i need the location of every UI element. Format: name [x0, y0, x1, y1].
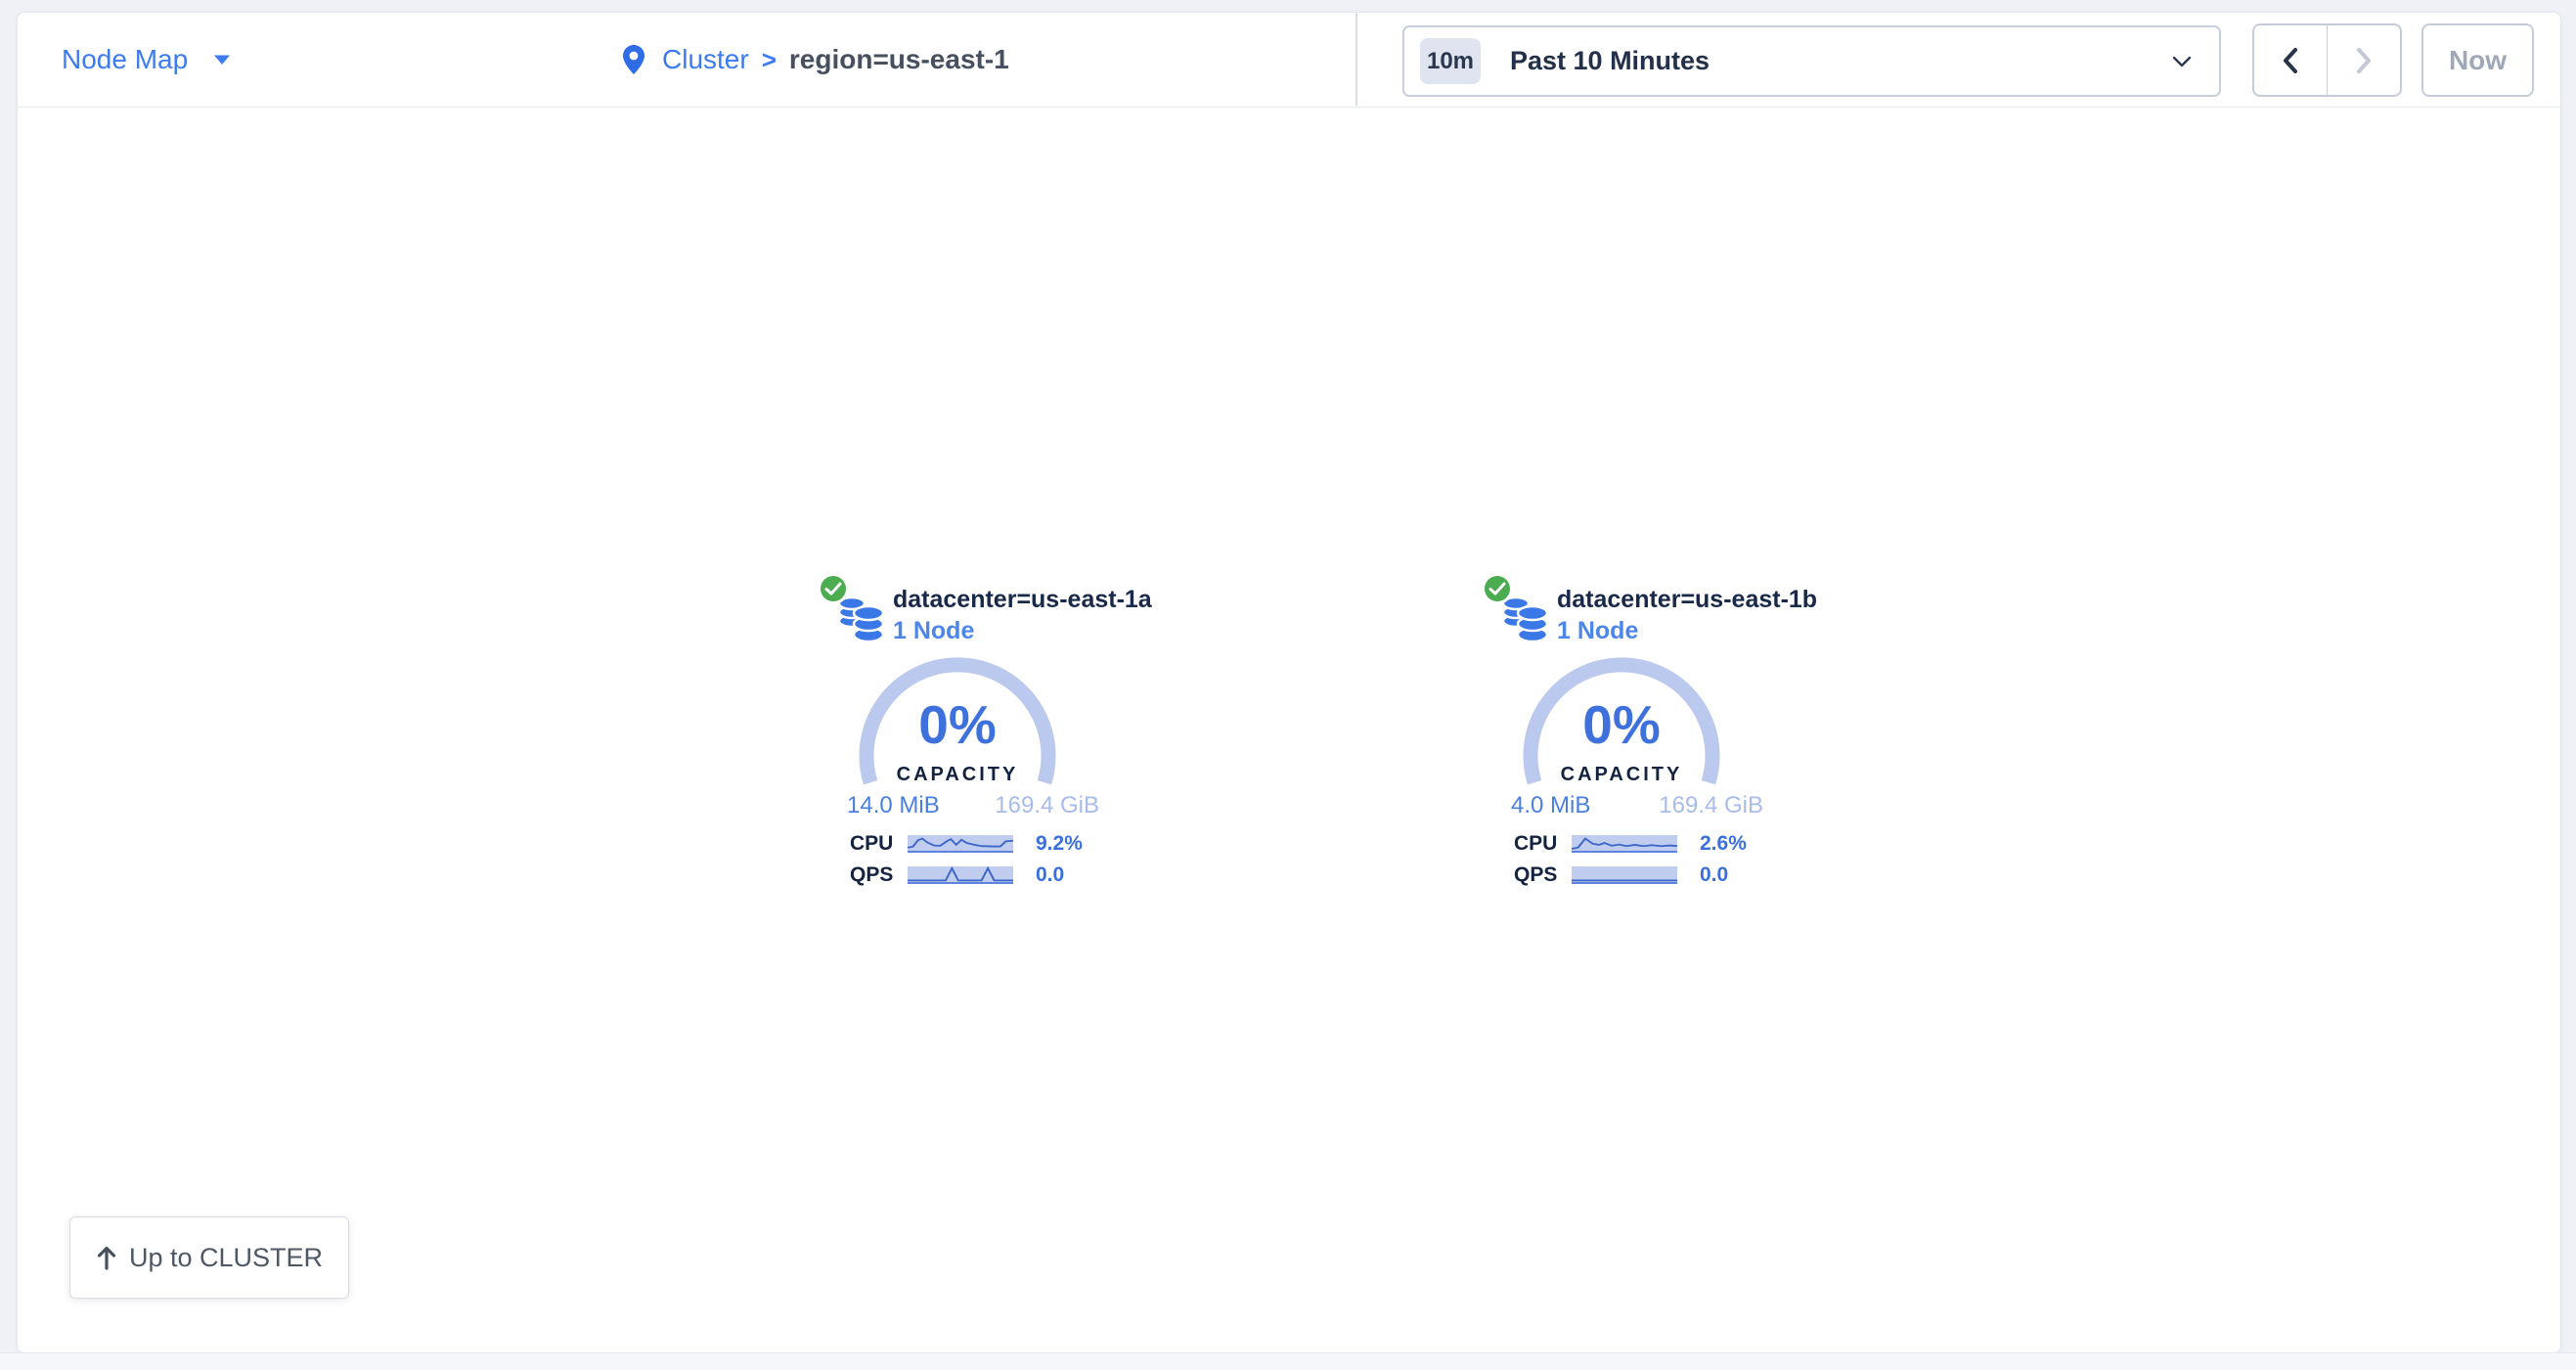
time-next-button[interactable]	[2328, 25, 2400, 95]
location-pin-icon	[622, 44, 645, 75]
arrow-up-icon	[96, 1245, 117, 1270]
time-range-badge: 10m	[1420, 38, 1481, 84]
time-range-label: Past 10 Minutes	[1510, 46, 1710, 76]
qps-label: QPS	[850, 863, 908, 887]
time-nav-group	[2252, 23, 2402, 97]
cpu-label: CPU	[850, 832, 908, 856]
datacenter-name: datacenter=us-east-1a	[893, 584, 1152, 615]
capacity-stats-row: 4.0 MiB 169.4 GiB	[1511, 792, 1763, 819]
qps-sparkline	[1572, 866, 1677, 884]
datacenter-title: datacenter=us-east-1a 1 Node	[893, 584, 1152, 646]
breadcrumb-separator: >	[762, 45, 777, 75]
cpu-sparkline	[908, 835, 1013, 853]
health-check-icon	[1485, 576, 1510, 601]
breadcrumb-cluster-link[interactable]: Cluster	[662, 44, 749, 75]
database-stack-icon	[1501, 595, 1550, 643]
time-range-dropdown[interactable]: 10m Past 10 Minutes	[1402, 25, 2221, 97]
qps-label: QPS	[1514, 863, 1572, 887]
capacity-label: CAPACITY	[855, 764, 1060, 786]
time-prev-button[interactable]	[2254, 25, 2328, 95]
database-stack-icon	[837, 595, 886, 643]
view-selector-dropdown[interactable]: Node Map	[62, 13, 231, 107]
capacity-percent: 0%	[855, 693, 1060, 756]
view-selector-label: Node Map	[62, 44, 188, 75]
chevron-down-icon	[2172, 56, 2192, 67]
datacenter-node-count: 1 Node	[893, 615, 1152, 646]
header-bar: Node Map Cluster > region=us-east-1 10m …	[18, 13, 2560, 108]
cpu-metric-row: CPU 2.6%	[1514, 833, 1747, 855]
datacenter-name: datacenter=us-east-1b	[1557, 584, 1817, 615]
capacity-stats-row: 14.0 MiB 169.4 GiB	[847, 792, 1099, 819]
qps-metric-row: QPS 0.0	[850, 864, 1064, 886]
capacity-total: 169.4 GiB	[1659, 792, 1763, 819]
cpu-metric-row: CPU 9.2%	[850, 833, 1083, 855]
datacenter-node-count: 1 Node	[1557, 615, 1817, 646]
qps-sparkline	[908, 866, 1013, 884]
datacenter-group-us-east-1b[interactable]: datacenter=us-east-1b 1 Node 0% CAPACITY…	[1477, 568, 1799, 906]
cpu-value: 2.6%	[1700, 832, 1747, 856]
up-to-cluster-button[interactable]: Up to CLUSTER	[69, 1216, 349, 1299]
datacenter-title: datacenter=us-east-1b 1 Node	[1557, 584, 1817, 646]
cpu-value: 9.2%	[1036, 832, 1083, 856]
capacity-total: 169.4 GiB	[995, 792, 1099, 819]
qps-value: 0.0	[1036, 863, 1064, 887]
qps-metric-row: QPS 0.0	[1514, 864, 1728, 886]
header-divider	[1355, 13, 1357, 106]
datacenter-group-us-east-1a[interactable]: datacenter=us-east-1a 1 Node 0% CAPACITY…	[813, 568, 1135, 906]
qps-value: 0.0	[1700, 863, 1728, 887]
capacity-used: 4.0 MiB	[1511, 792, 1590, 819]
health-check-icon	[821, 576, 846, 601]
breadcrumb-current: region=us-east-1	[789, 44, 1009, 75]
breadcrumb: Cluster > region=us-east-1	[622, 13, 1009, 107]
capacity-used: 14.0 MiB	[847, 792, 940, 819]
caret-down-icon	[213, 54, 231, 66]
capacity-label: CAPACITY	[1519, 764, 1724, 786]
capacity-percent: 0%	[1519, 693, 1724, 756]
bottom-strip	[0, 1352, 2576, 1370]
cpu-sparkline	[1572, 835, 1677, 853]
now-button[interactable]: Now	[2421, 23, 2534, 97]
cpu-label: CPU	[1514, 832, 1572, 856]
node-map-panel: Node Map Cluster > region=us-east-1 10m …	[17, 12, 2561, 1353]
up-to-cluster-label: Up to CLUSTER	[129, 1243, 323, 1273]
